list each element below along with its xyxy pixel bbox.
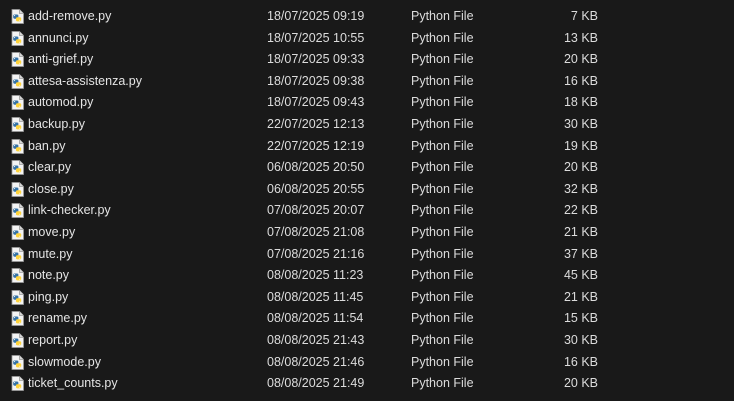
date-modified: 18/07/2025 10:55 <box>267 30 365 45</box>
file-size: 37 KB <box>563 246 598 261</box>
python-file-icon <box>11 268 24 284</box>
date-modified: 08/08/2025 11:45 <box>267 289 364 304</box>
python-file-icon <box>11 160 24 176</box>
date-modified: 18/07/2025 09:43 <box>267 95 365 110</box>
file-size: 7 KB <box>570 9 598 23</box>
file-name: close.py <box>28 181 74 196</box>
file-name: mute.py <box>28 246 73 261</box>
file-row[interactable]: backup.py 22/07/2025 12:13 Python File 30 K… <box>0 114 734 136</box>
file-size: 21 KB <box>563 289 598 304</box>
date-modified: 22/07/2025 12:19 <box>267 138 365 153</box>
date-modified: 18/07/2025 09:19 <box>267 9 365 23</box>
file-row[interactable]: report.py 08/08/2025 21:43 Python File 30 K… <box>0 330 734 352</box>
date-modified: 06/08/2025 20:50 <box>267 160 365 175</box>
python-file-icon <box>11 52 24 68</box>
date-modified: 07/08/2025 20:07 <box>267 203 365 218</box>
python-file-icon <box>11 9 24 24</box>
file-size: 32 KB <box>563 181 598 196</box>
file-size: 22 KB <box>563 203 598 218</box>
file-list: add-remove.py 18/07/2025 09:19 Python File… <box>0 0 734 401</box>
file-name: ping.py <box>28 289 69 304</box>
file-row[interactable]: ban.py 22/07/2025 12:19 Python File 19 KB <box>0 136 734 158</box>
file-row[interactable]: note.py 08/08/2025 11:23 Python File 45 KB <box>0 265 734 287</box>
file-row[interactable]: automod.py 18/07/2025 09:43 Python File 18 … <box>0 92 734 114</box>
python-file-icon <box>11 73 24 89</box>
file-name: link-checker.py <box>28 203 111 218</box>
file-row[interactable]: move.py 07/08/2025 21:08 Python File 21 KB <box>0 222 734 244</box>
file-name: ticket_counts.py <box>28 376 118 391</box>
date-modified: 08/08/2025 11:23 <box>267 268 364 283</box>
file-row[interactable]: attesa-assistenza.py 18/07/2025 09:38 Pyth… <box>0 71 734 93</box>
file-name: note.py <box>28 268 70 283</box>
file-size: 15 KB <box>563 311 598 326</box>
python-file-icon <box>11 311 24 327</box>
file-row[interactable]: slowmode.py 08/08/2025 21:46 Python File 16… <box>0 352 734 374</box>
file-row[interactable]: link-checker.py 07/08/2025 20:07 Python Fi… <box>0 200 734 222</box>
file-size: 20 KB <box>563 52 598 67</box>
python-file-icon <box>11 95 24 111</box>
file-row[interactable]: clear.py 06/08/2025 20:50 Python File 20 KB <box>0 157 734 179</box>
file-name: annunci.py <box>28 30 89 45</box>
file-row[interactable]: annunci.py 18/07/2025 10:55 Python File 13 … <box>0 28 734 50</box>
file-size: 20 KB <box>563 376 598 391</box>
date-modified: 07/08/2025 21:16 <box>267 246 365 261</box>
file-row[interactable]: add-remove.py 18/07/2025 09:19 Python File… <box>0 6 734 28</box>
python-file-icon <box>11 181 24 197</box>
file-name: move.py <box>28 225 76 239</box>
file-row[interactable]: ticket_counts.py 08/08/2025 21:49 Python F… <box>0 373 734 395</box>
file-row[interactable]: anti-grief.py 18/07/2025 09:33 Python File… <box>0 49 734 71</box>
file-row[interactable]: mute.py 07/08/2025 21:16 Python File 37 KB <box>0 244 734 266</box>
file-size: 30 KB <box>563 333 598 347</box>
python-file-icon <box>11 333 24 348</box>
date-modified: 07/08/2025 21:08 <box>267 225 365 239</box>
file-size: 20 KB <box>563 160 598 175</box>
file-name: automod.py <box>28 95 94 110</box>
date-modified: 08/08/2025 21:46 <box>267 354 365 369</box>
file-size: 45 KB <box>563 268 598 283</box>
file-row[interactable]: close.py 06/08/2025 20:55 Python File 32 KB <box>0 179 734 201</box>
file-size: 30 KB <box>563 117 598 131</box>
python-file-icon <box>11 246 24 262</box>
python-file-icon <box>11 117 24 132</box>
file-row[interactable]: rename.py 08/08/2025 11:54 Python File 15 K… <box>0 308 734 330</box>
date-modified: 08/08/2025 21:43 <box>267 333 365 347</box>
date-modified: 18/07/2025 09:38 <box>267 73 365 88</box>
date-modified: 08/08/2025 11:54 <box>267 311 364 326</box>
python-file-icon <box>11 138 24 154</box>
file-size: 19 KB <box>563 138 598 153</box>
python-file-icon <box>11 289 24 305</box>
file-row[interactable]: ping.py 08/08/2025 11:45 Python File 21 KB <box>0 287 734 309</box>
file-name: clear.py <box>28 160 72 175</box>
python-file-icon <box>11 354 24 370</box>
date-modified: 22/07/2025 12:13 <box>267 117 365 131</box>
python-file-icon <box>11 203 24 219</box>
date-modified: 06/08/2025 20:55 <box>267 181 365 196</box>
file-name: anti-grief.py <box>28 52 94 67</box>
file-size: 18 KB <box>563 95 598 110</box>
date-modified: 18/07/2025 09:33 <box>267 52 365 67</box>
python-file-icon <box>11 225 24 240</box>
file-name: backup.py <box>28 117 85 131</box>
file-size: 16 KB <box>563 73 598 88</box>
file-name: add-remove.py <box>28 9 112 23</box>
file-name: slowmode.py <box>28 354 101 369</box>
file-name: ban.py <box>28 138 66 153</box>
python-file-icon <box>11 30 24 46</box>
file-name: report.py <box>28 333 78 347</box>
python-file-icon <box>11 376 24 392</box>
file-name: attesa-assistenza.py <box>28 73 142 88</box>
partial-row-above <box>0 0 734 4</box>
file-size: 21 KB <box>563 225 598 239</box>
file-size: 13 KB <box>563 30 598 45</box>
file-name: rename.py <box>28 311 88 326</box>
date-modified: 08/08/2025 21:49 <box>267 376 365 391</box>
file-size: 16 KB <box>563 354 598 369</box>
